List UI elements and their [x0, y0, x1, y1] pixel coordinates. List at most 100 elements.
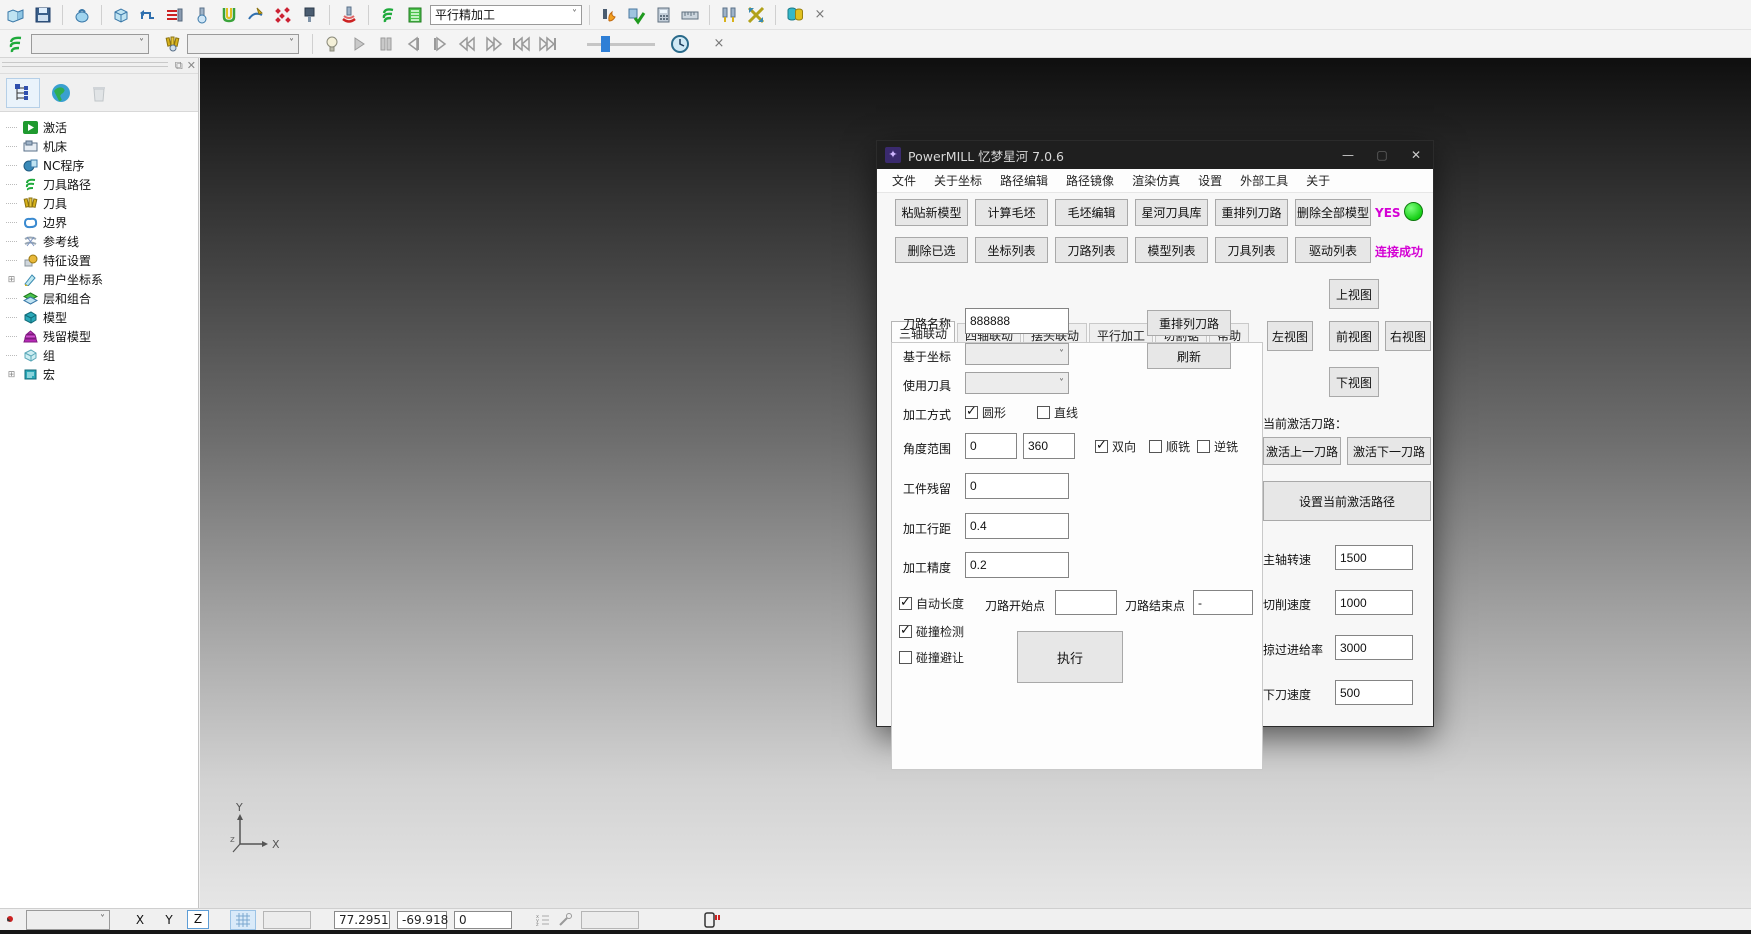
calculator-icon[interactable]	[651, 3, 675, 27]
close-panel-icon[interactable]: ✕	[187, 59, 196, 73]
record-dot-icon[interactable]	[5, 913, 19, 927]
axis-x-button[interactable]: X	[129, 913, 151, 927]
verify-check-icon[interactable]	[624, 3, 648, 27]
recycle-bin-icon[interactable]	[82, 78, 116, 108]
skip-end-icon[interactable]	[536, 32, 560, 56]
ruler-icon[interactable]	[678, 3, 702, 27]
strategy-dropdown[interactable]: 平行精加工 ˅	[430, 5, 582, 25]
open-icon[interactable]	[4, 3, 28, 27]
tool-swap-icon[interactable]	[744, 3, 768, 27]
execute-button[interactable]: 执行	[1017, 631, 1123, 683]
tree-item-machine[interactable]: 机床	[6, 137, 198, 156]
powermill-logo-icon[interactable]	[376, 3, 400, 27]
edit-stock-button[interactable]: 毛坯编辑	[1055, 199, 1128, 226]
activate-next-toolpath-button[interactable]: 激活下一刀路	[1347, 437, 1431, 465]
save-icon[interactable]	[31, 3, 55, 27]
panel-grip[interactable]: ⧉ ✕	[0, 58, 198, 74]
collision-check-icon[interactable]	[337, 3, 361, 27]
points-icon[interactable]	[271, 3, 295, 27]
angle-from-input[interactable]	[965, 433, 1017, 459]
database-icon[interactable]	[783, 3, 807, 27]
calc-stock-button[interactable]: 计算毛坯	[975, 199, 1048, 226]
tool-holder-icon[interactable]	[298, 3, 322, 27]
tolerance-input[interactable]	[965, 552, 1069, 578]
set-active-path-button[interactable]: 设置当前激活路径	[1263, 481, 1431, 521]
pattern-icon[interactable]	[244, 3, 268, 27]
minimize-icon[interactable]: —	[1331, 141, 1365, 169]
view-bottom-button[interactable]: 下视图	[1329, 367, 1379, 397]
rewind-icon[interactable]	[455, 32, 479, 56]
toolpath-create-icon[interactable]	[136, 3, 160, 27]
tree-item-models[interactable]: 模型	[6, 308, 198, 327]
view-front-button[interactable]: 前视图	[1329, 321, 1379, 351]
delete-all-models-button[interactable]: 删除全部模型	[1295, 199, 1371, 226]
menu-path-edit[interactable]: 路径编辑	[991, 172, 1057, 189]
expand-icon[interactable]: ⊞	[6, 275, 17, 285]
line-checkbox[interactable]: 直线	[1037, 404, 1078, 421]
end-point-input[interactable]	[1193, 590, 1253, 615]
checkbox-icon[interactable]	[1037, 406, 1050, 419]
view-left-button[interactable]: 左视图	[1267, 321, 1313, 351]
menu-render-sim[interactable]: 渲染仿真	[1123, 172, 1189, 189]
xyz-list-icon[interactable]: xyz	[535, 913, 551, 927]
toolbar-close-icon[interactable]: ×	[810, 7, 830, 22]
tool-library-button[interactable]: 星河刀具库	[1135, 199, 1208, 226]
skip-start-icon[interactable]	[509, 32, 533, 56]
tree-item-stock-models[interactable]: 残留模型	[6, 327, 198, 346]
stepover-input[interactable]	[965, 513, 1069, 539]
tolerance-field[interactable]	[581, 911, 639, 929]
menu-path-mirror[interactable]: 路径镜像	[1057, 172, 1123, 189]
toolpath-list-icon[interactable]	[403, 3, 427, 27]
step-back-icon[interactable]	[401, 32, 425, 56]
refresh-button[interactable]: 刷新	[1147, 343, 1231, 369]
checkbox-icon[interactable]	[965, 406, 978, 419]
feedrate-icon[interactable]	[163, 3, 187, 27]
menu-about[interactable]: 关于	[1297, 172, 1339, 189]
tree-item-tools[interactable]: 刀具	[6, 194, 198, 213]
expand-icon[interactable]: ⊞	[6, 370, 17, 380]
tree-item-activate[interactable]: 激活	[6, 118, 198, 137]
slider-thumb[interactable]	[601, 36, 610, 52]
toolpath-name-input[interactable]	[965, 308, 1069, 334]
menu-file[interactable]: 文件	[883, 172, 925, 189]
clock-icon[interactable]	[668, 32, 692, 56]
conventional-checkbox[interactable]: 逆铣	[1197, 438, 1238, 455]
spindle-speed-input[interactable]	[1335, 545, 1413, 570]
boundary-icon[interactable]	[217, 3, 241, 27]
world-icon[interactable]	[44, 78, 78, 108]
climb-checkbox[interactable]: 顺铣	[1149, 438, 1190, 455]
tool-pair-icon[interactable]	[717, 3, 741, 27]
tree-item-patterns[interactable]: 参考线	[6, 232, 198, 251]
probe-icon[interactable]	[558, 913, 574, 927]
toolbar-close-icon[interactable]: ×	[709, 36, 729, 51]
tree-item-levels[interactable]: 层和组合	[6, 289, 198, 308]
simulation-speed-slider[interactable]	[587, 35, 655, 53]
tree-item-toolpaths[interactable]: 刀具路径	[6, 175, 198, 194]
plunge-feed-input[interactable]	[1335, 680, 1413, 705]
coord-list-button[interactable]: 坐标列表	[975, 237, 1048, 263]
graphics-viewport[interactable]: Y X z ✦ PowerMILL 忆梦星河 7.0.6 — ▢ ✕	[200, 58, 1751, 908]
tree-item-groups[interactable]: 组	[6, 346, 198, 365]
panel-icon[interactable]	[702, 912, 720, 928]
checkbox-icon[interactable]	[899, 651, 912, 664]
grid-icon[interactable]	[230, 910, 256, 930]
tree-item-workplanes[interactable]: ⊞用户坐标系	[6, 270, 198, 289]
tree-item-macros[interactable]: ⊞宏	[6, 365, 198, 384]
axis-z-button[interactable]: Z	[187, 910, 209, 929]
tree-item-nc-programs[interactable]: NC程序	[6, 156, 198, 175]
powermill-s-icon[interactable]	[4, 32, 28, 56]
tool-icon[interactable]	[190, 3, 214, 27]
nc-program-dropdown[interactable]: ˅	[31, 34, 149, 54]
view-top-button[interactable]: 上视图	[1329, 279, 1379, 309]
menu-settings[interactable]: 设置	[1189, 172, 1231, 189]
simulate-flame-icon[interactable]	[597, 3, 621, 27]
close-icon[interactable]: ✕	[1399, 141, 1433, 169]
checkbox-icon[interactable]	[1197, 440, 1210, 453]
float-panel-icon[interactable]: ⧉	[175, 59, 183, 73]
angle-to-input[interactable]	[1023, 433, 1075, 459]
rearrange-toolpaths-button[interactable]: 重排列刀路	[1215, 199, 1288, 226]
delete-selected-button[interactable]: 删除已选	[895, 237, 968, 263]
toolpath-list-button[interactable]: 刀路列表	[1055, 237, 1128, 263]
axis-y-button[interactable]: Y	[158, 913, 180, 927]
workplane-dropdown[interactable]: ˅	[26, 910, 110, 930]
